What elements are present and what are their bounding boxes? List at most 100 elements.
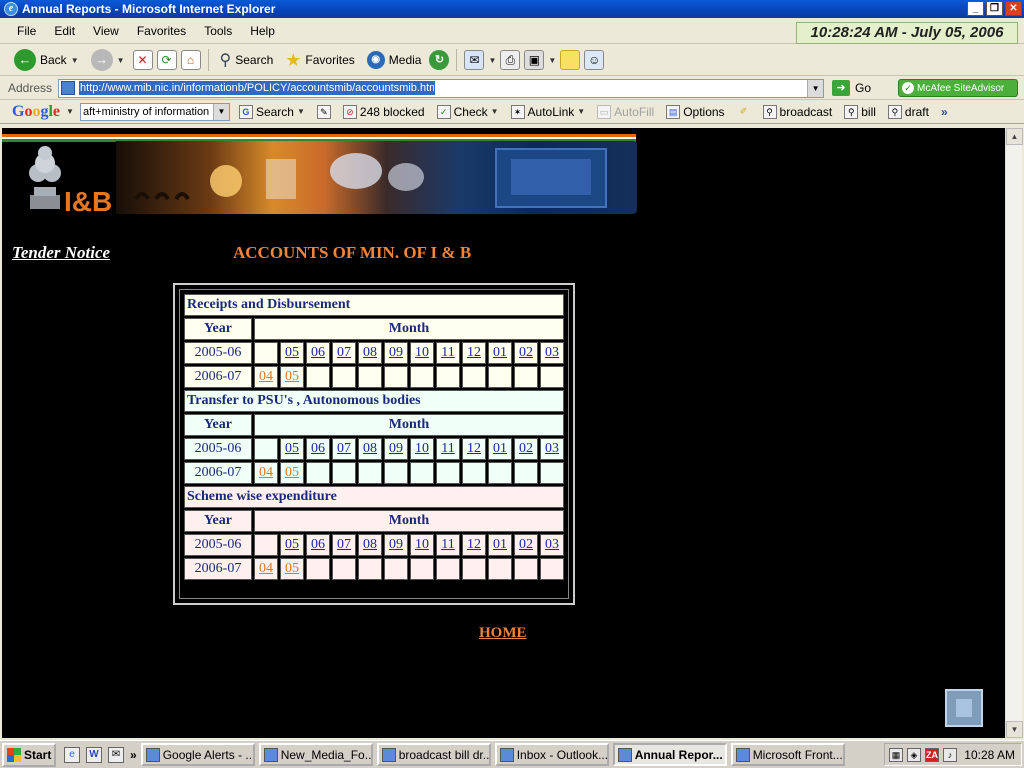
month-link[interactable]: 11: [441, 441, 454, 456]
forward-dropdown-icon[interactable]: ▼: [117, 56, 125, 65]
taskbar-button[interactable]: New_Media_Fo...: [258, 743, 373, 766]
tender-notice-link[interactable]: Tender Notice: [12, 243, 110, 263]
search-term-draft[interactable]: ⚲ draft: [885, 104, 932, 119]
month-link[interactable]: 11: [441, 537, 454, 552]
month-link[interactable]: 10: [415, 345, 429, 360]
window-title-bar[interactable]: e Annual Reports - Microsoft Internet Ex…: [0, 0, 1024, 18]
month-link[interactable]: 02: [519, 441, 533, 456]
home-link[interactable]: HOME: [479, 625, 527, 642]
mcafee-siteadvisor-button[interactable]: ✓ McAfee SiteAdvisor: [898, 79, 1018, 97]
month-link[interactable]: 01: [493, 441, 507, 456]
google-search-button[interactable]: G Search ▼: [236, 104, 308, 119]
google-search-menu-icon[interactable]: ▼: [297, 107, 305, 116]
month-link[interactable]: 10: [415, 441, 429, 456]
month-link[interactable]: 08: [363, 441, 377, 456]
month-link[interactable]: 12: [467, 441, 481, 456]
print-icon[interactable]: ⎙: [500, 50, 521, 70]
highlight-button[interactable]: ✐: [734, 105, 754, 119]
ie-quicklaunch-icon[interactable]: e: [64, 746, 80, 763]
google-menu-dropdown-icon[interactable]: ▼: [66, 107, 74, 116]
month-link[interactable]: 04: [259, 369, 273, 384]
month-link[interactable]: 01: [493, 345, 507, 360]
scroll-down-arrow-icon[interactable]: ▼: [1006, 721, 1023, 738]
edit-icon[interactable]: ▣: [524, 50, 545, 70]
toolbar-overflow-button[interactable]: »: [938, 105, 951, 119]
media-button[interactable]: ◉ Media: [363, 47, 426, 73]
google-search-dropdown-icon[interactable]: ▼: [212, 103, 229, 120]
restore-button[interactable]: ❐: [986, 1, 1003, 16]
search-term-bill[interactable]: ⚲ bill: [841, 104, 879, 119]
favorites-button[interactable]: ★ Favorites: [281, 47, 359, 73]
back-dropdown-icon[interactable]: ▼: [71, 56, 79, 65]
month-link[interactable]: 04: [259, 561, 273, 576]
month-link[interactable]: 05: [285, 441, 299, 456]
menu-help[interactable]: Help: [241, 24, 284, 38]
menu-file[interactable]: File: [8, 24, 45, 38]
address-dropdown-icon[interactable]: ▼: [807, 79, 824, 97]
scroll-up-arrow-icon[interactable]: ▲: [1006, 128, 1023, 145]
search-button[interactable]: ⚲ Search: [216, 47, 278, 73]
minimize-button[interactable]: _: [967, 1, 984, 16]
back-button[interactable]: ← Back ▼: [10, 47, 83, 73]
taskbar-button[interactable]: Microsoft Front...: [730, 743, 845, 766]
search-term-broadcast[interactable]: ⚲ broadcast: [760, 104, 836, 119]
messenger-icon[interactable]: ☺: [584, 50, 605, 70]
month-link[interactable]: 09: [389, 345, 403, 360]
month-link[interactable]: 08: [363, 537, 377, 552]
refresh-icon[interactable]: ⟳: [156, 50, 177, 70]
volume-tray-icon[interactable]: ♪: [943, 747, 957, 762]
month-link[interactable]: 07: [337, 537, 351, 552]
discuss-icon[interactable]: [560, 50, 581, 70]
news-button[interactable]: ✎: [314, 104, 334, 119]
taskbar-button[interactable]: broadcast bill dr...: [376, 743, 491, 766]
stop-icon[interactable]: ✕: [132, 50, 153, 70]
zonealarm-tray-icon[interactable]: ZA: [925, 747, 939, 762]
home-icon[interactable]: ⌂: [180, 50, 201, 70]
month-link[interactable]: 02: [519, 345, 533, 360]
month-link[interactable]: 05: [285, 537, 299, 552]
menu-tools[interactable]: Tools: [195, 24, 241, 38]
options-button[interactable]: ▤ Options: [663, 104, 727, 119]
address-field[interactable]: ▼: [58, 78, 825, 98]
month-link[interactable]: 05: [285, 465, 299, 480]
month-link[interactable]: 07: [337, 345, 351, 360]
month-link[interactable]: 07: [337, 441, 351, 456]
forward-button[interactable]: → ▼: [87, 47, 129, 73]
outlook-quicklaunch-icon[interactable]: ✉: [108, 746, 124, 763]
scroll-down-button[interactable]: [945, 689, 983, 727]
mail-icon[interactable]: ✉: [464, 50, 485, 70]
month-link[interactable]: 12: [467, 537, 481, 552]
check-dropdown-icon[interactable]: ▼: [491, 107, 499, 116]
month-link[interactable]: 06: [311, 345, 325, 360]
go-button[interactable]: ➜ Go: [832, 80, 871, 96]
history-icon[interactable]: ↻: [429, 50, 450, 70]
month-link[interactable]: 03: [545, 441, 559, 456]
month-link[interactable]: 10: [415, 537, 429, 552]
spellcheck-button[interactable]: ✓ Check ▼: [434, 104, 502, 119]
month-link[interactable]: 01: [493, 537, 507, 552]
taskbar-button[interactable]: Inbox - Outlook...: [494, 743, 609, 766]
autolink-button[interactable]: ✶ AutoLink ▼: [508, 104, 589, 119]
word-quicklaunch-icon[interactable]: W: [86, 746, 102, 763]
autofill-button[interactable]: ▭ AutoFill: [594, 104, 657, 119]
popup-blocker-button[interactable]: ⊘ 248 blocked: [340, 104, 428, 119]
month-link[interactable]: 06: [311, 537, 325, 552]
taskbar-button[interactable]: Google Alerts - ...: [140, 743, 255, 766]
vertical-scrollbar[interactable]: ▲ ▼: [1005, 128, 1023, 738]
month-link[interactable]: 09: [389, 441, 403, 456]
month-link[interactable]: 03: [545, 537, 559, 552]
month-link[interactable]: 08: [363, 345, 377, 360]
security-tray-icon[interactable]: ◈: [907, 747, 921, 762]
menu-edit[interactable]: Edit: [45, 24, 84, 38]
close-button[interactable]: ✕: [1005, 1, 1022, 16]
month-link[interactable]: 05: [285, 369, 299, 384]
month-link[interactable]: 03: [545, 345, 559, 360]
network-tray-icon[interactable]: ▦: [889, 747, 903, 762]
start-button[interactable]: Start: [2, 742, 56, 767]
menu-favorites[interactable]: Favorites: [128, 24, 195, 38]
autolink-dropdown-icon[interactable]: ▼: [577, 107, 585, 116]
month-link[interactable]: 06: [311, 441, 325, 456]
month-link[interactable]: 11: [441, 345, 454, 360]
google-search-input[interactable]: aft+ministry of information ▼: [79, 102, 230, 121]
edit-dropdown-icon[interactable]: ▼: [548, 56, 556, 65]
